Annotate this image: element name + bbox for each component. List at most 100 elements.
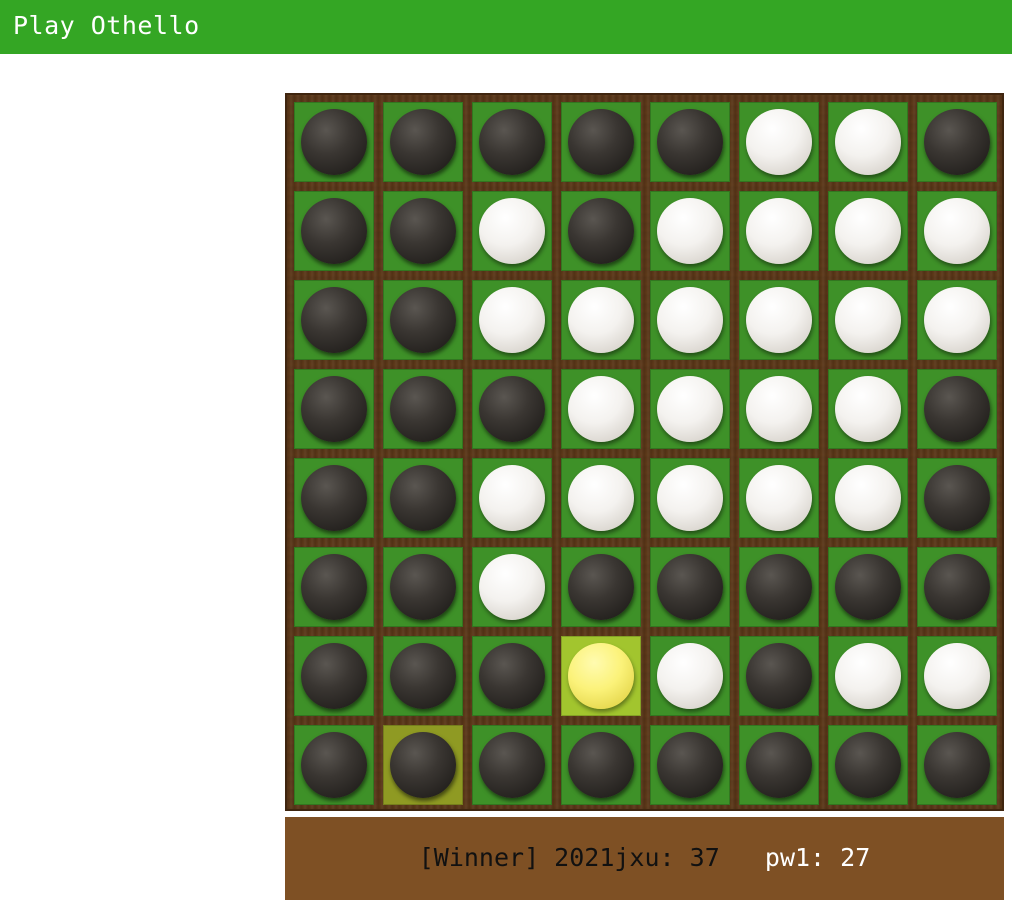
- board-cell[interactable]: [917, 102, 997, 182]
- board-cell[interactable]: [383, 636, 463, 716]
- board-cell[interactable]: [561, 458, 641, 538]
- app-title: Play Othello: [13, 11, 200, 40]
- board-cell[interactable]: [917, 725, 997, 805]
- white-disc: [746, 376, 812, 442]
- board-cell[interactable]: [472, 369, 552, 449]
- board-cell[interactable]: [383, 369, 463, 449]
- board-cell[interactable]: [472, 191, 552, 271]
- board-cell[interactable]: [561, 369, 641, 449]
- board-cell[interactable]: [828, 458, 908, 538]
- board-cell[interactable]: [739, 458, 819, 538]
- black-disc: [301, 109, 367, 175]
- app-header: Play Othello: [0, 0, 1012, 54]
- board-cell[interactable]: [472, 636, 552, 716]
- black-disc: [924, 109, 990, 175]
- white-disc: [657, 376, 723, 442]
- black-disc: [390, 376, 456, 442]
- board-cell[interactable]: [383, 280, 463, 360]
- board-cell[interactable]: [561, 280, 641, 360]
- black-disc: [479, 376, 545, 442]
- black-disc: [746, 554, 812, 620]
- white-disc: [835, 287, 901, 353]
- board-cell[interactable]: [472, 102, 552, 182]
- board-cell[interactable]: [472, 458, 552, 538]
- board-cell[interactable]: [472, 280, 552, 360]
- board-cell[interactable]: [561, 102, 641, 182]
- black-disc: [746, 732, 812, 798]
- black-disc: [390, 198, 456, 264]
- black-disc: [301, 554, 367, 620]
- score-status-bar: [Winner] 2021jxu: 37 pw1: 27: [285, 817, 1004, 900]
- board-cell[interactable]: [917, 191, 997, 271]
- board-cell[interactable]: [294, 280, 374, 360]
- white-disc: [835, 198, 901, 264]
- board-cell[interactable]: [561, 636, 641, 716]
- board-cell[interactable]: [383, 725, 463, 805]
- board-cell[interactable]: [739, 369, 819, 449]
- board-cell[interactable]: [650, 369, 730, 449]
- white-disc: [746, 287, 812, 353]
- board-cell[interactable]: [294, 725, 374, 805]
- board-cell[interactable]: [828, 725, 908, 805]
- board-cell[interactable]: [383, 191, 463, 271]
- board-cell[interactable]: [739, 191, 819, 271]
- board-cell[interactable]: [650, 458, 730, 538]
- white-disc: [657, 198, 723, 264]
- board-cell[interactable]: [739, 547, 819, 627]
- board-cell[interactable]: [294, 191, 374, 271]
- board-cell[interactable]: [828, 636, 908, 716]
- board-cell[interactable]: [383, 458, 463, 538]
- board-cell[interactable]: [739, 102, 819, 182]
- board-cell[interactable]: [917, 369, 997, 449]
- black-disc: [390, 554, 456, 620]
- white-disc: [657, 465, 723, 531]
- board-cell[interactable]: [828, 102, 908, 182]
- board-cell[interactable]: [828, 369, 908, 449]
- black-disc: [568, 554, 634, 620]
- board-cell[interactable]: [650, 725, 730, 805]
- board-cell[interactable]: [650, 102, 730, 182]
- board-cell[interactable]: [294, 102, 374, 182]
- board-cell[interactable]: [472, 725, 552, 805]
- board-cell[interactable]: [917, 280, 997, 360]
- board-cell[interactable]: [294, 636, 374, 716]
- white-disc: [568, 287, 634, 353]
- board-cell[interactable]: [739, 636, 819, 716]
- board-cell[interactable]: [917, 547, 997, 627]
- board-cell[interactable]: [650, 547, 730, 627]
- board-cell[interactable]: [561, 191, 641, 271]
- board-cell[interactable]: [828, 280, 908, 360]
- black-disc: [657, 732, 723, 798]
- white-disc: [835, 376, 901, 442]
- white-disc: [746, 465, 812, 531]
- board-cell[interactable]: [739, 725, 819, 805]
- black-disc: [390, 465, 456, 531]
- board-cell[interactable]: [472, 547, 552, 627]
- board-cell[interactable]: [294, 369, 374, 449]
- board-cell[interactable]: [561, 547, 641, 627]
- black-disc: [301, 198, 367, 264]
- board-cell[interactable]: [739, 280, 819, 360]
- black-disc: [390, 287, 456, 353]
- board-cell[interactable]: [383, 102, 463, 182]
- board-cell[interactable]: [650, 636, 730, 716]
- board-cell[interactable]: [650, 191, 730, 271]
- white-disc: [924, 287, 990, 353]
- board-cell[interactable]: [828, 547, 908, 627]
- black-disc: [835, 732, 901, 798]
- board-cell[interactable]: [383, 547, 463, 627]
- board-cell[interactable]: [294, 547, 374, 627]
- white-disc: [568, 465, 634, 531]
- white-disc: [746, 109, 812, 175]
- board-cell[interactable]: [561, 725, 641, 805]
- board-cell[interactable]: [917, 458, 997, 538]
- black-disc: [390, 643, 456, 709]
- board-cell[interactable]: [917, 636, 997, 716]
- black-disc: [746, 643, 812, 709]
- board-cell[interactable]: [650, 280, 730, 360]
- black-disc: [835, 554, 901, 620]
- board-cell[interactable]: [294, 458, 374, 538]
- board-cell[interactable]: [828, 191, 908, 271]
- white-disc: [924, 643, 990, 709]
- black-disc: [568, 732, 634, 798]
